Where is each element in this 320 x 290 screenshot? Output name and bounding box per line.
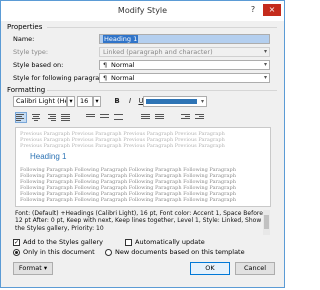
modify-style-dialog: Modify Style ? × Properties Name: Headin… [0, 0, 285, 288]
font-dropdown[interactable]: Calibri Light (Hea [13, 96, 67, 107]
name-field[interactable]: Heading 1 [99, 34, 270, 44]
format-button[interactable]: Format ▾ [13, 262, 53, 275]
style-based-on-label: Style based on: [13, 61, 64, 69]
one-half-spacing-icon[interactable] [100, 113, 110, 122]
ok-button[interactable]: OK [190, 262, 230, 275]
properties-heading: Properties [7, 23, 43, 31]
following-style-dropdown[interactable]: ¶ Normal ▾ [99, 73, 270, 83]
font-color-dropdown[interactable]: ▾ [143, 96, 207, 107]
size-dropdown[interactable]: 16 [77, 96, 93, 107]
style-based-on-dropdown[interactable]: ¶ Normal ▾ [99, 60, 270, 70]
chevron-down-icon: ▾ [43, 264, 48, 272]
increase-indent-icon[interactable] [195, 113, 205, 122]
space-before-icon[interactable] [141, 113, 151, 122]
bold-button[interactable]: B [112, 96, 122, 107]
style-type-value: Linked (paragraph and character) [103, 48, 213, 56]
add-to-gallery-label: Add to the Styles gallery [23, 238, 103, 246]
size-value: 16 [80, 97, 89, 105]
only-this-document-label: Only in this document [23, 248, 95, 256]
auto-update-label: Automatically update [135, 238, 205, 246]
add-to-gallery-checkbox[interactable]: ✓ [13, 239, 20, 246]
only-this-document-radio[interactable] [13, 249, 20, 256]
chevron-down-icon: ▾ [263, 74, 267, 81]
help-button[interactable]: ? [245, 4, 261, 16]
chevron-down-icon: ▾ [263, 48, 267, 55]
name-label: Name: [13, 35, 35, 43]
properties-separator [47, 27, 277, 28]
chevron-down-icon: ▾ [263, 61, 267, 68]
single-spacing-icon[interactable] [86, 113, 96, 122]
style-description: Font: (Default) +Headings (Calibri Light… [15, 210, 269, 232]
size-dropdown-arrow[interactable]: ▾ [93, 96, 101, 107]
double-spacing-icon[interactable] [114, 113, 124, 122]
cancel-button[interactable]: Cancel [235, 262, 275, 275]
style-preview: Previous Paragraph Previous Paragraph Pr… [15, 127, 271, 207]
following-paragraph-text: Following Paragraph Following Paragraph … [20, 197, 236, 203]
align-right-icon[interactable] [46, 113, 56, 122]
font-value: Calibri Light (Hea [16, 97, 67, 105]
paragraph-mark-icon: ¶ [103, 74, 108, 82]
chevron-down-icon: ▾ [95, 97, 99, 105]
decrease-indent-icon[interactable] [181, 113, 191, 122]
space-after-icon[interactable] [155, 113, 165, 122]
new-documents-label: New documents based on this template [115, 248, 245, 256]
formatting-heading: Formatting [7, 86, 46, 94]
following-style-label: Style for following paragraph: [13, 74, 110, 82]
description-scrollbar[interactable] [263, 210, 270, 235]
following-style-value: Normal [111, 74, 135, 82]
dialog-title: Modify Style [117, 6, 168, 15]
paragraph-mark-icon: ¶ [103, 61, 108, 69]
close-button[interactable]: × [263, 4, 281, 16]
style-based-on-value: Normal [111, 61, 135, 69]
formatting-separator [47, 90, 277, 91]
scrollbar-thumb[interactable] [264, 215, 269, 229]
new-documents-radio[interactable] [105, 249, 112, 256]
chevron-down-icon: ▾ [69, 97, 73, 105]
align-center-icon[interactable] [31, 113, 41, 122]
auto-update-checkbox[interactable] [125, 239, 132, 246]
name-value: Heading 1 [103, 35, 139, 43]
preview-heading: Heading 1 [30, 152, 67, 161]
title-bar: Modify Style ? × [1, 1, 284, 21]
justify-icon[interactable] [61, 113, 71, 122]
font-dropdown-arrow[interactable]: ▾ [67, 96, 75, 107]
chevron-down-icon: ▾ [200, 98, 204, 105]
format-button-label: Format [18, 264, 42, 272]
style-type-label: Style type: [13, 48, 49, 56]
align-left-icon[interactable] [15, 112, 27, 123]
style-type-dropdown: Linked (paragraph and character) ▾ [99, 47, 270, 57]
previous-paragraph-text: Previous Paragraph Previous Paragraph Pr… [20, 143, 225, 149]
font-color-swatch [146, 99, 197, 104]
italic-button[interactable]: I [125, 96, 135, 107]
